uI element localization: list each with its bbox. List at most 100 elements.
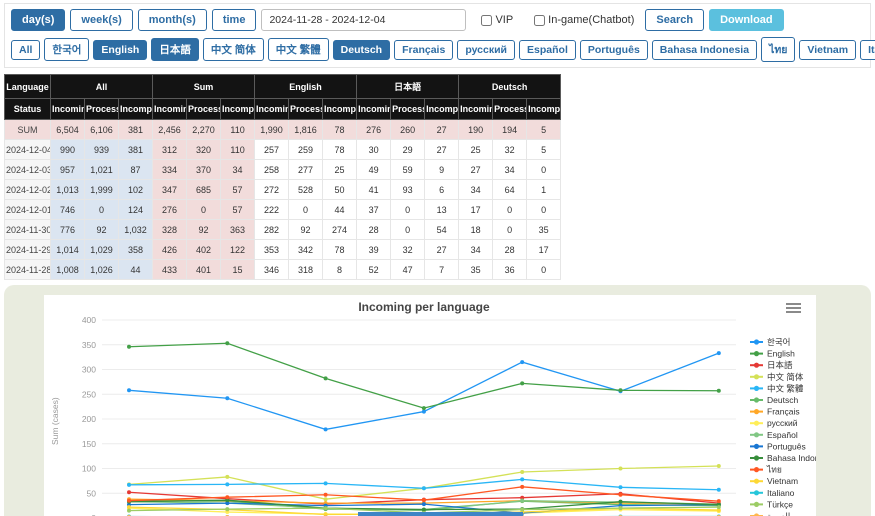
language-filter-10[interactable]: Português [580,40,648,60]
language-filter-4[interactable]: 中文 简体 [203,38,264,61]
table-cell: 0 [493,200,527,220]
table-cell: 277 [289,160,323,180]
table-header-status: Status [5,99,51,120]
table-cell: 433 [153,260,187,280]
table-cell: 0 [391,200,425,220]
language-filter-12[interactable]: ไทย [761,37,795,62]
table-cell: 282 [255,220,289,240]
table-cell: 746 [51,200,85,220]
table-cell: 64 [493,180,527,200]
table-cell: 15 [221,260,255,280]
legend-item-8[interactable]: Español [750,430,798,440]
table-cell: 1,013 [51,180,85,200]
table-group-header-0: All [51,75,153,99]
legend-item-10[interactable]: Bahasa Indonesia [750,453,816,463]
table-cell: 272 [255,180,289,200]
series-1 [127,341,721,410]
table-cell: 1,021 [85,160,119,180]
legend-item-3[interactable]: 中文 简体 [750,372,804,382]
table-cell: 13 [425,200,459,220]
y-tick-label: 100 [82,464,96,474]
incoming-per-language-chart: Incoming per language0501001502002503003… [44,295,816,516]
table-cell: 44 [323,200,357,220]
row-label: 2024-12-01 [5,200,51,220]
table-cell: 363 [221,220,255,240]
table-row: 2024-11-30776921,03232892363282922742805… [5,220,561,240]
date-range-input[interactable] [261,9,466,31]
legend-label: 中文 繁體 [767,383,804,393]
table-cell: 259 [289,140,323,160]
table-cell: 0 [527,200,561,220]
table-cell: 1,032 [119,220,153,240]
table-cell: 7 [425,260,459,280]
period-button-0[interactable]: day(s) [11,9,65,31]
table-group-header-1: Sum [153,75,255,99]
language-filter-8[interactable]: русский [457,40,515,60]
horizontal-scrollbar-thumb[interactable] [358,512,523,516]
period-button-group: day(s)week(s) month(s)time [11,9,256,31]
legend-item-2[interactable]: 日本語 [750,360,793,370]
period-button-3[interactable]: time [212,9,257,31]
row-label: 2024-12-02 [5,180,51,200]
language-filter-5[interactable]: 中文 繁體 [268,38,329,61]
table-cell: 776 [51,220,85,240]
table-cell: 110 [221,120,255,140]
language-filter-6[interactable]: Deutsch [333,40,390,60]
table-cell: 274 [323,220,357,240]
table-header-language: Language [5,75,51,99]
table-cell: 92 [289,220,323,240]
legend-item-11[interactable]: ไทย [750,465,782,475]
legend-item-9[interactable]: Português [750,441,806,451]
language-filter-1[interactable]: 한국어 [44,38,89,61]
table-cell: 54 [425,220,459,240]
ingame-chatbot-checkbox[interactable]: In-game(Chatbot) [534,14,634,26]
download-button[interactable]: Download [709,9,784,31]
search-button[interactable]: Search [645,9,704,31]
table-cell: 29 [391,140,425,160]
table-cell: 32 [493,140,527,160]
legend-item-15[interactable]: العربية [750,511,790,516]
table-cell: 47 [391,260,425,280]
table-cell: 0 [391,220,425,240]
language-filter-2[interactable]: English [93,40,147,60]
legend-item-5[interactable]: Deutsch [750,395,798,405]
legend-item-4[interactable]: 中文 繁體 [750,383,804,393]
legend-item-13[interactable]: Italiano [750,488,795,498]
table-cell: 18 [459,220,493,240]
table-group-header-4: Deutsch [459,75,561,99]
language-filter-3[interactable]: 日本語 [151,38,199,61]
legend-item-1[interactable]: English [750,349,795,359]
legend-label: Português [767,441,806,451]
table-subheader-3-0: Incoming [357,99,391,120]
table-cell: 318 [289,260,323,280]
legend-item-6[interactable]: Français [750,407,800,417]
language-filter-9[interactable]: Español [519,40,576,60]
ingame-chatbot-checkbox-input[interactable] [534,15,545,26]
table-cell: 57 [221,200,255,220]
period-button-1[interactable]: week(s) [70,9,132,31]
language-filter-0[interactable]: All [11,40,40,60]
language-filter-13[interactable]: Vietnam [799,40,856,60]
stats-table: LanguageAllSumEnglish日本語DeutschStatusInc… [4,74,561,280]
table-cell: 1,014 [51,240,85,260]
legend-item-12[interactable]: Vietnam [750,476,798,486]
legend-item-14[interactable]: Türkçe [750,499,793,509]
table-cell: 87 [119,160,153,180]
table-cell: 35 [459,260,493,280]
legend-label: 한국어 [767,337,790,347]
vip-checkbox-input[interactable] [481,15,492,26]
language-filter-11[interactable]: Bahasa Indonesia [652,40,757,60]
legend-item-0[interactable]: 한국어 [750,337,790,347]
table-cell: 190 [459,120,493,140]
table-cell: 36 [493,260,527,280]
table-cell: 2,270 [187,120,221,140]
legend-item-7[interactable]: русский [750,418,798,428]
language-filter-14[interactable]: Italiano [860,40,875,60]
language-filter-7[interactable]: Français [394,40,453,60]
chart-menu-icon[interactable] [786,303,801,313]
table-cell: 939 [85,140,119,160]
period-button-2[interactable]: month(s) [138,9,207,31]
legend-label: Deutsch [767,395,798,405]
vip-checkbox[interactable]: VIP [481,14,513,26]
table-subheader-3-2: Incomplete [425,99,459,120]
